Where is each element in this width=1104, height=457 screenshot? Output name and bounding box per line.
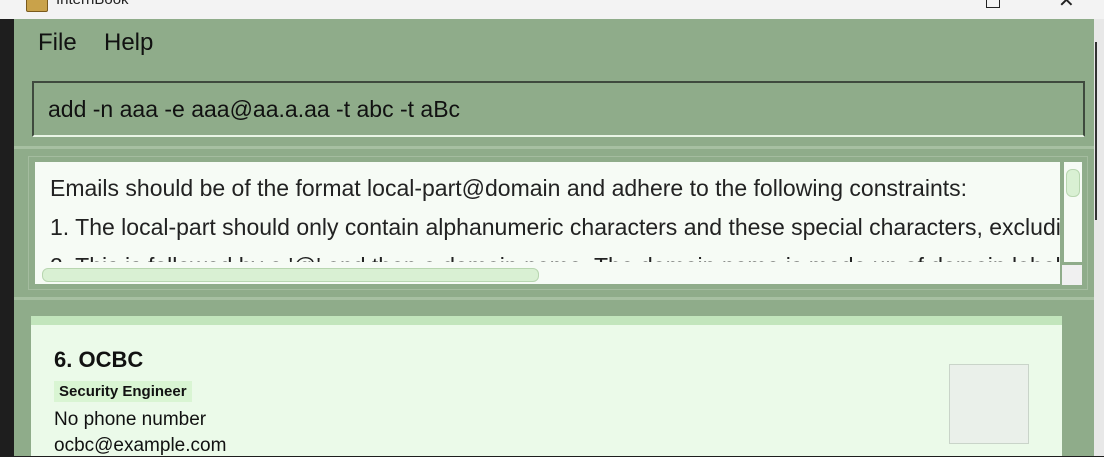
book-icon [26,0,48,12]
divider [14,297,1104,300]
internship-list[interactable]: 6. OCBC Security Engineer No phone numbe… [31,316,1062,456]
menu-help[interactable]: Help [104,29,153,57]
app-window: File Help Emails should be of the format… [14,19,1104,456]
scrollbar-thumb[interactable] [1066,169,1080,197]
result-line: 2. This is followed by a '@' and then a … [50,253,1060,262]
scrollbar-thumb[interactable] [42,268,539,282]
role-tag: Security Engineer [54,381,192,402]
command-input[interactable] [48,94,1068,124]
result-line: Emails should be of the format local-par… [50,175,968,201]
window-title: InternBook [56,0,129,8]
result-line: 1. The local-part should only contain al… [50,214,1060,240]
menu-file[interactable]: File [38,29,77,57]
company-logo-placeholder [949,364,1029,444]
card-title: 6. OCBC [54,347,144,372]
internship-card[interactable]: 6. OCBC Security Engineer No phone numbe… [31,325,1062,456]
result-display: Emails should be of the format local-par… [35,162,1060,262]
close-icon[interactable]: ✕ [1058,0,1075,10]
result-vertical-scrollbar[interactable] [1064,162,1082,262]
restore-icon[interactable] [986,0,1000,8]
result-horizontal-scrollbar[interactable] [35,262,1060,284]
background-window-edge [1094,19,1104,456]
card-accent [31,316,1062,325]
menu-bar: File Help [14,19,1104,72]
scrollbar-corner [1062,265,1082,285]
edge-mark [1095,42,1097,220]
window-titlebar: InternBook ✕ [0,0,1104,19]
card-phone: No phone number [54,409,207,430]
divider [14,146,1104,149]
card-email: ocbc@example.com [54,435,227,456]
command-box [32,81,1085,137]
